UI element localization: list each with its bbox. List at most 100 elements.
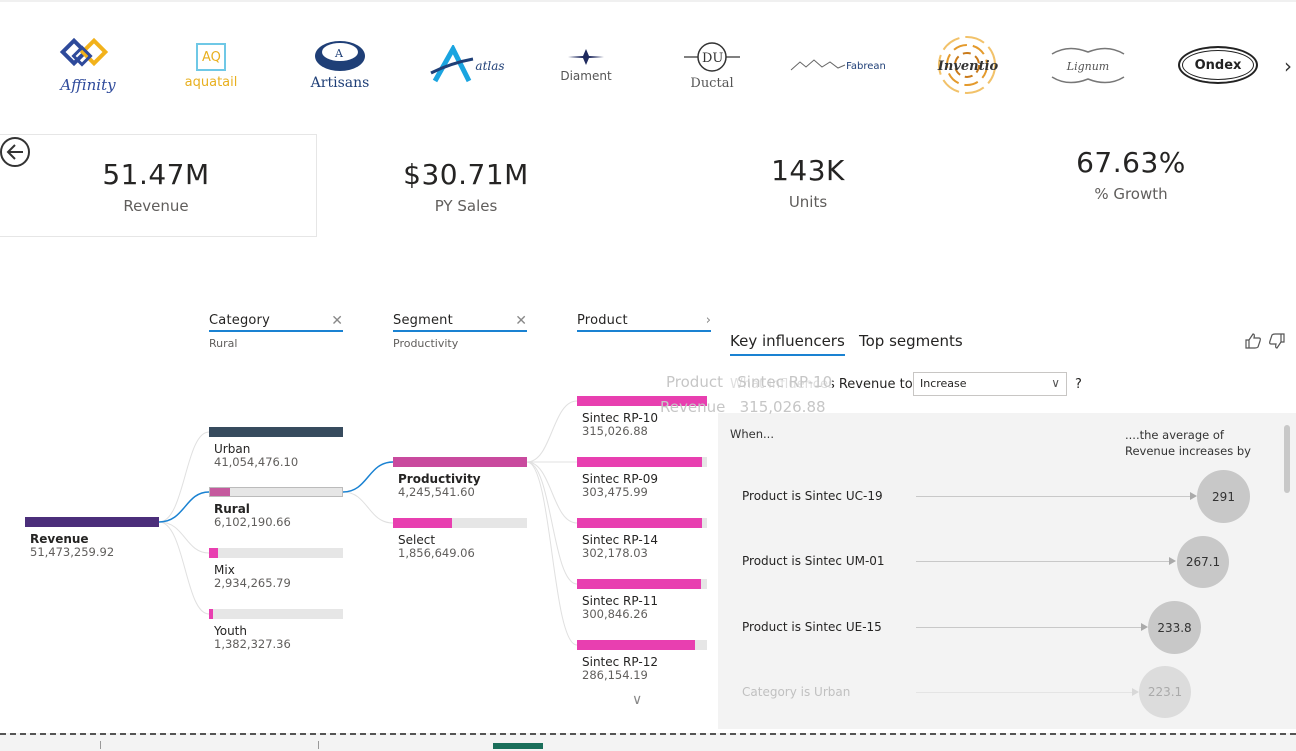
node-value: 51,473,259.92 bbox=[30, 545, 115, 559]
ki-when-header: When... bbox=[730, 427, 774, 441]
logo-text: Fabrean bbox=[846, 60, 886, 72]
level-subtitle: Rural bbox=[209, 337, 238, 350]
kpi-value: 67.63% bbox=[1076, 146, 1186, 179]
ki-row-line bbox=[916, 496, 1190, 497]
lignum-ornament-top-icon bbox=[1051, 47, 1125, 55]
node-value: 4,245,541.60 bbox=[398, 485, 475, 499]
tree-node-product[interactable]: Sintec RP-14 302,178.03 bbox=[577, 518, 707, 560]
ki-average-header: ....the average of Revenue increases by bbox=[1125, 428, 1251, 458]
chevron-down-icon[interactable]: ∨ bbox=[632, 692, 642, 708]
arrow-right-icon bbox=[1132, 688, 1139, 696]
node-value: 302,178.03 bbox=[582, 546, 648, 560]
level-header-category[interactable]: Category ✕ Rural bbox=[209, 313, 343, 350]
level-header-segment[interactable]: Segment ✕ Productivity bbox=[393, 313, 527, 350]
node-fill bbox=[393, 457, 527, 467]
tree-node-product[interactable]: Sintec RP-11 300,846.26 bbox=[577, 579, 707, 621]
arrow-right-icon bbox=[1190, 492, 1197, 500]
node-value: 6,102,190.66 bbox=[214, 515, 291, 529]
ki-direction-select[interactable]: Increase ∨ bbox=[913, 372, 1067, 396]
node-value: 315,026.88 bbox=[582, 424, 648, 438]
tree-node-root[interactable]: Revenue 51,473,259.92 bbox=[25, 517, 159, 559]
kpi-label: % Growth bbox=[1094, 185, 1168, 203]
page-tab-active[interactable] bbox=[493, 743, 543, 749]
logo-text: Lignum bbox=[1066, 59, 1110, 73]
lignum-ornament-bottom-icon bbox=[1051, 75, 1125, 83]
tree-node-product[interactable]: Sintec RP-09 303,475.99 bbox=[577, 457, 707, 499]
node-fill bbox=[393, 518, 452, 528]
node-fill bbox=[577, 518, 702, 528]
chevron-right-icon[interactable]: › bbox=[706, 313, 711, 328]
tree-node-product[interactable]: Sintec RP-12 286,154.19 bbox=[577, 640, 707, 682]
tab-top-segments[interactable]: Top segments bbox=[859, 332, 963, 350]
logo-ondex[interactable]: Ondex bbox=[1176, 30, 1260, 100]
tab-divider bbox=[100, 741, 101, 749]
node-value: 300,846.26 bbox=[582, 607, 648, 621]
ki-row-label[interactable]: Product is Sintec UE-15 bbox=[742, 620, 882, 634]
ki-bubble[interactable]: 267.1 bbox=[1177, 536, 1229, 588]
tooltip-product-label: Product bbox=[666, 373, 723, 391]
logo-text: Inventio bbox=[937, 58, 999, 74]
kpi-value: 143K bbox=[771, 154, 845, 187]
level-subtitle: Productivity bbox=[393, 337, 459, 350]
node-fill bbox=[577, 640, 696, 650]
arrow-right-icon bbox=[1169, 557, 1176, 565]
node-fill bbox=[25, 517, 159, 527]
ki-row-line bbox=[916, 627, 1141, 628]
chevron-down-icon: ∨ bbox=[1051, 376, 1060, 390]
tree-node-youth[interactable]: Youth 1,382,327.36 bbox=[209, 609, 343, 651]
ki-row-line bbox=[916, 692, 1132, 693]
close-icon[interactable]: ✕ bbox=[515, 313, 527, 329]
node-value: 286,154.19 bbox=[582, 668, 648, 682]
tree-node-mix[interactable]: Mix 2,934,265.79 bbox=[209, 548, 343, 590]
ki-bubble[interactable]: 291 bbox=[1197, 470, 1250, 523]
node-fill bbox=[210, 488, 230, 496]
tooltip-revenue-value: 315,026.88 bbox=[739, 398, 826, 416]
tab-key-influencers[interactable]: Key influencers bbox=[730, 332, 845, 356]
page-tabs-bar bbox=[0, 733, 1296, 751]
tooltip-product-value: Sintec RP-10 bbox=[737, 373, 833, 391]
kpi-units[interactable]: 143K Units bbox=[708, 154, 908, 211]
node-value: 41,054,476.10 bbox=[214, 455, 299, 469]
tree-node-rural[interactable]: Rural 6,102,190.66 bbox=[209, 487, 343, 529]
thumbs-down-icon[interactable] bbox=[1269, 333, 1285, 349]
level-title: Category bbox=[209, 313, 343, 332]
ki-help[interactable]: ? bbox=[1075, 377, 1082, 392]
chevron-right-icon[interactable]: › bbox=[1284, 54, 1292, 78]
node-value: 2,934,265.79 bbox=[214, 576, 291, 590]
level-header-product[interactable]: Product › bbox=[577, 313, 711, 332]
thumbs-up-icon[interactable] bbox=[1245, 333, 1261, 349]
node-fill bbox=[209, 427, 343, 437]
ki-bubble[interactable]: 223.1 bbox=[1139, 666, 1191, 718]
ki-row-label[interactable]: Product is Sintec UC-19 bbox=[742, 489, 883, 503]
ki-row-label[interactable]: Category is Urban bbox=[742, 685, 850, 699]
tree-node-select[interactable]: Select 1,856,649.06 bbox=[393, 518, 527, 560]
tree-node-urban[interactable]: Urban 41,054,476.10 bbox=[209, 427, 343, 469]
close-icon[interactable]: ✕ bbox=[331, 313, 343, 329]
ki-bubble[interactable]: 233.8 bbox=[1148, 601, 1201, 654]
logo-lignum[interactable]: Lignum bbox=[1046, 30, 1130, 100]
tree-node-productivity[interactable]: Productivity 4,245,541.60 bbox=[393, 457, 527, 499]
node-fill bbox=[209, 609, 214, 619]
kpi-growth[interactable]: 67.63% % Growth bbox=[1031, 146, 1231, 203]
tab-divider bbox=[318, 741, 319, 749]
tooltip: Product Sintec RP-10 Revenue 315,026.88 bbox=[660, 370, 833, 420]
ki-select-value: Increase bbox=[920, 377, 967, 390]
ki-row-label[interactable]: Product is Sintec UM-01 bbox=[742, 554, 885, 568]
node-value: 1,382,327.36 bbox=[214, 637, 291, 651]
node-fill bbox=[209, 548, 219, 558]
tooltip-revenue-label: Revenue bbox=[660, 398, 726, 416]
node-fill bbox=[577, 579, 701, 589]
logo-text: Ondex bbox=[1194, 57, 1242, 73]
ki-row-line bbox=[916, 561, 1169, 562]
logo-inventio[interactable]: Inventio bbox=[934, 30, 1002, 100]
arrow-right-icon bbox=[1141, 623, 1148, 631]
node-fill bbox=[577, 457, 702, 467]
node-value: 303,475.99 bbox=[582, 485, 648, 499]
feedback-icons bbox=[1245, 333, 1285, 349]
logo-fabrean[interactable]: Fabrean bbox=[790, 30, 886, 100]
ki-scrollbar[interactable] bbox=[1284, 425, 1290, 493]
fabrean-mountain-icon bbox=[790, 59, 846, 71]
level-title: Product bbox=[577, 313, 711, 332]
level-title: Segment bbox=[393, 313, 527, 332]
kpi-label: Units bbox=[788, 193, 828, 211]
